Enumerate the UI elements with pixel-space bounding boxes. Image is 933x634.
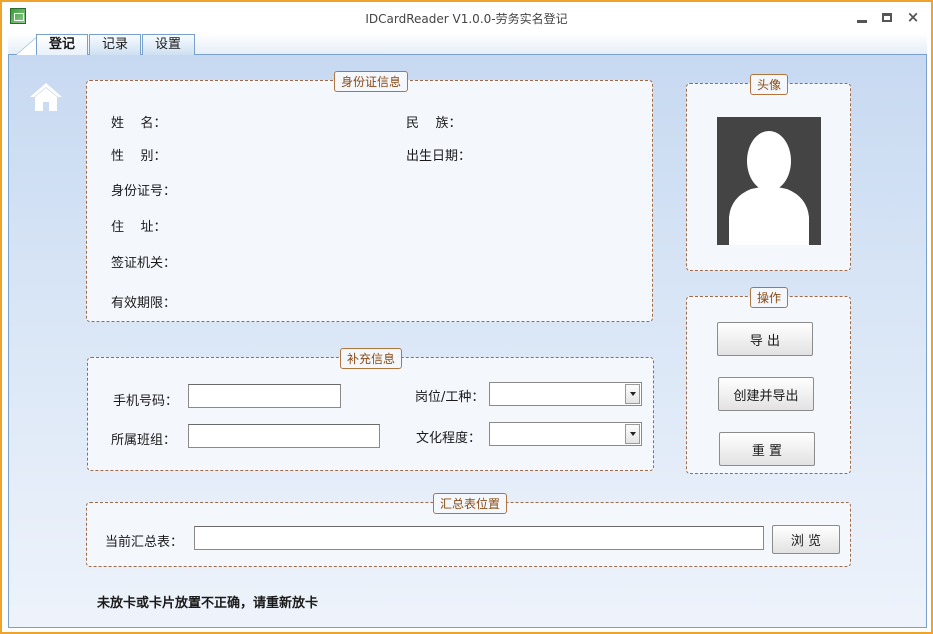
education-select[interactable] xyxy=(489,422,642,446)
team-input[interactable] xyxy=(188,424,380,448)
reset-button[interactable]: 重 置 xyxy=(719,432,815,466)
minimize-icon xyxy=(857,19,867,23)
post-select[interactable] xyxy=(489,382,642,406)
actions-legend: 操作 xyxy=(749,287,789,308)
validity-label: 有效期限： xyxy=(111,296,177,311)
title-bar[interactable]: IDCardReader V1.0.0-劳务实名登记 × xyxy=(2,2,931,33)
extra-info-panel: 补充信息 手机号码： 岗位/工种： 所属班组： 文化程度： xyxy=(87,348,654,471)
summary-legend: 汇总表位置 xyxy=(432,493,508,514)
id-info-legend: 身份证信息 xyxy=(333,71,409,92)
address-label: 住 址： xyxy=(111,220,167,235)
gender-label: 性 别： xyxy=(111,149,167,164)
chevron-down-icon xyxy=(629,392,636,396)
issuing-authority-label: 签证机关： xyxy=(111,256,177,271)
tab-records[interactable]: 记录 xyxy=(89,34,141,55)
id-number-label: 身份证号： xyxy=(111,184,177,199)
tab-settings[interactable]: 设置 xyxy=(142,34,195,55)
photo-panel: 头像 xyxy=(686,74,851,271)
team-label: 所属班组： xyxy=(111,433,177,448)
tab-register[interactable]: 登记 xyxy=(36,34,88,55)
summary-path-input[interactable] xyxy=(194,526,764,550)
id-info-panel: 身份证信息 姓 名： 民 族： 性 别： 出生日期： 身份证号： 住 址： 签证… xyxy=(86,71,653,322)
current-summary-label: 当前汇总表： xyxy=(105,535,184,550)
browse-button[interactable]: 浏 览 xyxy=(772,525,840,554)
maximize-button[interactable] xyxy=(878,8,896,26)
summary-panel: 汇总表位置 当前汇总表： 浏 览 xyxy=(86,493,851,567)
export-button[interactable]: 导 出 xyxy=(717,322,813,356)
extra-info-legend: 补充信息 xyxy=(339,348,403,369)
chevron-down-icon xyxy=(629,432,636,436)
status-message: 未放卡或卡片放置不正确，请重新放卡 xyxy=(97,596,319,611)
birth-date-label: 出生日期： xyxy=(406,149,472,164)
create-and-export-button[interactable]: 创建并导出 xyxy=(718,377,814,411)
person-silhouette-icon xyxy=(717,117,821,245)
phone-input[interactable] xyxy=(188,384,341,408)
close-button[interactable]: × xyxy=(904,8,922,26)
minimize-button[interactable] xyxy=(853,8,871,26)
name-label: 姓 名： xyxy=(111,116,167,131)
actions-panel: 操作 导 出 创建并导出 重 置 xyxy=(686,287,851,474)
register-page: 身份证信息 姓 名： 民 族： 性 别： 出生日期： 身份证号： 住 址： 签证… xyxy=(8,55,927,628)
education-label: 文化程度： xyxy=(416,431,482,446)
maximize-icon xyxy=(882,12,892,22)
tab-bar: 登记 记录 设置 xyxy=(8,33,927,55)
education-dropdown-button[interactable] xyxy=(625,424,640,444)
photo-legend: 头像 xyxy=(749,74,789,95)
home-icon[interactable] xyxy=(29,81,63,113)
app-window: IDCardReader V1.0.0-劳务实名登记 × 登记 记录 设置 身份… xyxy=(0,0,933,634)
phone-label: 手机号码： xyxy=(113,394,179,409)
post-label: 岗位/工种： xyxy=(415,390,485,405)
post-dropdown-button[interactable] xyxy=(625,384,640,404)
ethnic-label: 民 族： xyxy=(406,116,462,131)
window-title: IDCardReader V1.0.0-劳务实名登记 xyxy=(365,12,568,26)
